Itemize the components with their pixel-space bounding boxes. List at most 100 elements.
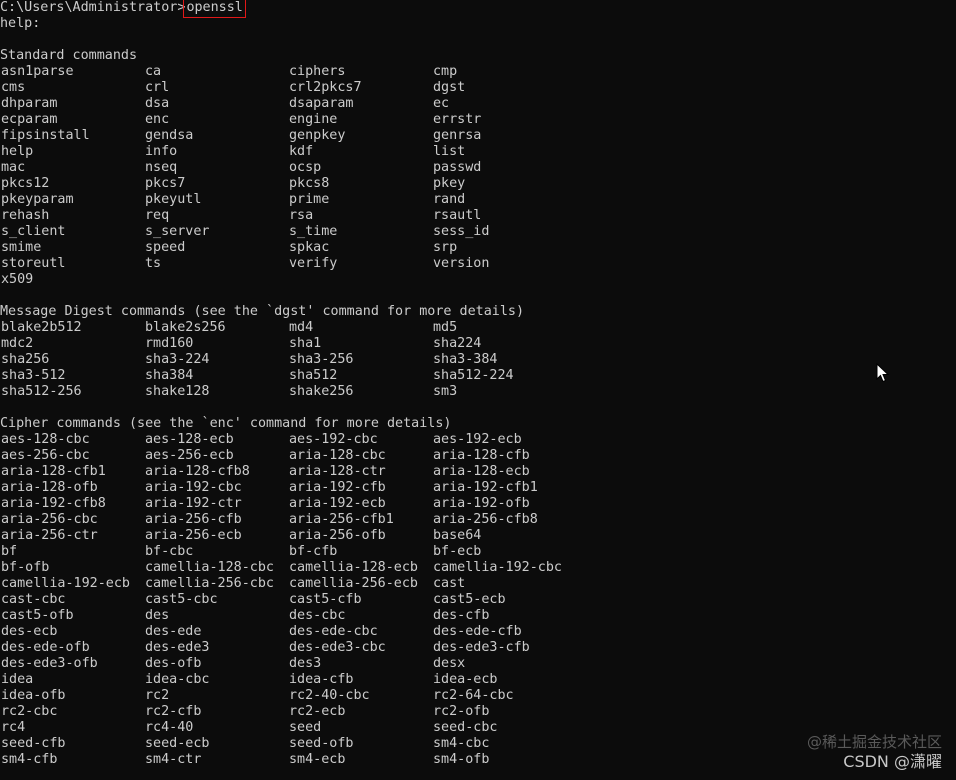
command-name: enc — [145, 112, 170, 127]
command-name: aria-128-cfb8 — [145, 464, 250, 479]
command-name: des3 — [289, 656, 322, 671]
command-name: sess_id — [433, 224, 490, 239]
command-row: sha256 sha3-224 sha3-256 sha3-384 — [0, 352, 956, 368]
prompt-line: C:\Users\Administrator>openssl — [0, 0, 956, 18]
command-name: des-ede-cbc — [289, 624, 378, 639]
command-name: seed-cbc — [433, 720, 498, 735]
command-name: aria-128-ofb — [1, 480, 98, 495]
command-name: blake2b512 — [1, 320, 82, 335]
command-name: cast5-ofb — [1, 608, 74, 623]
command-row: pkcs12 pkcs7 pkcs8 pkey — [0, 176, 956, 192]
command-row: x509 — [0, 272, 956, 288]
command-name: storeutl — [1, 256, 66, 271]
command-row: ecparam enc engine errstr — [0, 112, 956, 128]
command-name: rc4 — [1, 720, 26, 735]
command-row: fipsinstall gendsa genpkey genrsa — [0, 128, 956, 144]
command-name: rc2-ecb — [289, 704, 346, 719]
command-name: ec — [433, 96, 450, 111]
command-name: aes-192-cbc — [289, 432, 378, 447]
command-name: aria-256-ecb — [145, 528, 242, 543]
command-name: aria-192-cfb — [289, 480, 386, 495]
command-name: cast5-cfb — [289, 592, 362, 607]
section-heading: Message Digest commands (see the `dgst' … — [0, 304, 525, 319]
command-name: bf — [1, 544, 18, 559]
command-name: aes-128-ecb — [145, 432, 234, 447]
command-row: rc2-cbc rc2-cfb rc2-ecb rc2-ofb — [0, 704, 956, 720]
command-name: x509 — [1, 272, 34, 287]
command-name: shake256 — [289, 384, 354, 399]
command-name: s_client — [1, 224, 66, 239]
command-name: s_time — [289, 224, 338, 239]
command-name: sha224 — [433, 336, 482, 351]
command-name: nseq — [145, 160, 178, 175]
watermark-csdn: CSDN @潇曜 — [843, 752, 942, 771]
command-name: rand — [433, 192, 466, 207]
command-name: dgst — [433, 80, 466, 95]
command-name: speed — [145, 240, 186, 255]
command-name: rsautl — [433, 208, 482, 223]
command-name: genrsa — [433, 128, 482, 143]
command-name: cast-cbc — [1, 592, 66, 607]
command-row: aria-256-cbc aria-256-cfb aria-256-cfb1 ari… — [0, 512, 956, 528]
section-heading: Standard commands — [0, 48, 138, 63]
command-row: des-ede3-ofb des-ofb des3 desx — [0, 656, 956, 672]
command-name: sha1 — [289, 336, 322, 351]
command-name: sm4-cfb — [1, 752, 58, 767]
command-name: blake2s256 — [145, 320, 226, 335]
command-listing: Standard commands asn1parse ca ciphers cmp cm… — [0, 32, 956, 768]
command-name: crl2pkcs7 — [289, 80, 362, 95]
command-row: aria-192-cfb8 aria-192-ctr aria-192-ecb ari… — [0, 496, 956, 512]
command-name: spkac — [289, 240, 330, 255]
command-name: genpkey — [289, 128, 346, 143]
command-name: aria-256-ctr — [1, 528, 98, 543]
command-name: sm4-ctr — [145, 752, 202, 767]
command-name: des-ede3-cbc — [289, 640, 386, 655]
command-name: sm4-ofb — [433, 752, 490, 767]
command-name: bf-ecb — [433, 544, 482, 559]
command-name: rc2-ofb — [433, 704, 490, 719]
command-name: seed — [289, 720, 322, 735]
command-name: des-ede-ofb — [1, 640, 90, 655]
command-name: pkey — [433, 176, 466, 191]
command-name: aria-256-cfb — [145, 512, 242, 527]
command-name: rmd160 — [145, 336, 194, 351]
command-name: idea-ecb — [433, 672, 498, 687]
command-name: pkcs8 — [289, 176, 330, 191]
command-name: aria-256-cbc — [1, 512, 98, 527]
command-name: rc2-64-cbc — [433, 688, 514, 703]
command-name: camellia-128-cbc — [145, 560, 274, 575]
command-name: desx — [433, 656, 466, 671]
command-row: rehash req rsa rsautl — [0, 208, 956, 224]
command-name: bf-cbc — [145, 544, 194, 559]
command-name: sha384 — [145, 368, 194, 383]
command-name: idea-cfb — [289, 672, 354, 687]
command-row: camellia-192-ecb camellia-256-cbc camellia… — [0, 576, 956, 592]
command-row: help info kdf list — [0, 144, 956, 160]
command-name: bf-cfb — [289, 544, 338, 559]
command-name: camellia-256-cbc — [145, 576, 274, 591]
command-name: des-cfb — [433, 608, 490, 623]
command-name: aria-192-cfb1 — [433, 480, 538, 495]
command-name: cms — [1, 80, 26, 95]
command-row: aria-256-ctr aria-256-ecb aria-256-ofb base… — [0, 528, 956, 544]
command-name: aes-128-cbc — [1, 432, 90, 447]
command-name: aria-128-ctr — [289, 464, 386, 479]
command-name: camellia-256-ecb — [289, 576, 418, 591]
command-name: sha3-384 — [433, 352, 498, 367]
command-row: sha512-256 shake128 shake256 sm3 — [0, 384, 956, 400]
command-row: bf-ofb camellia-128-cbc camellia-128-ecb ca… — [0, 560, 956, 576]
command-name: idea-cbc — [145, 672, 210, 687]
command-name: srp — [433, 240, 458, 255]
command-name: asn1parse — [1, 64, 74, 79]
command-name: seed-ofb — [289, 736, 354, 751]
command-name: engine — [289, 112, 338, 127]
command-name: aria-256-ofb — [289, 528, 386, 543]
command-name: rehash — [1, 208, 50, 223]
command-name: dsa — [145, 96, 170, 111]
command-name: pkcs7 — [145, 176, 186, 191]
command-name: crl — [145, 80, 170, 95]
command-name: rc4-40 — [145, 720, 194, 735]
terminal-output[interactable]: C:\Users\Administrator>openssl help: Sta… — [0, 0, 956, 780]
